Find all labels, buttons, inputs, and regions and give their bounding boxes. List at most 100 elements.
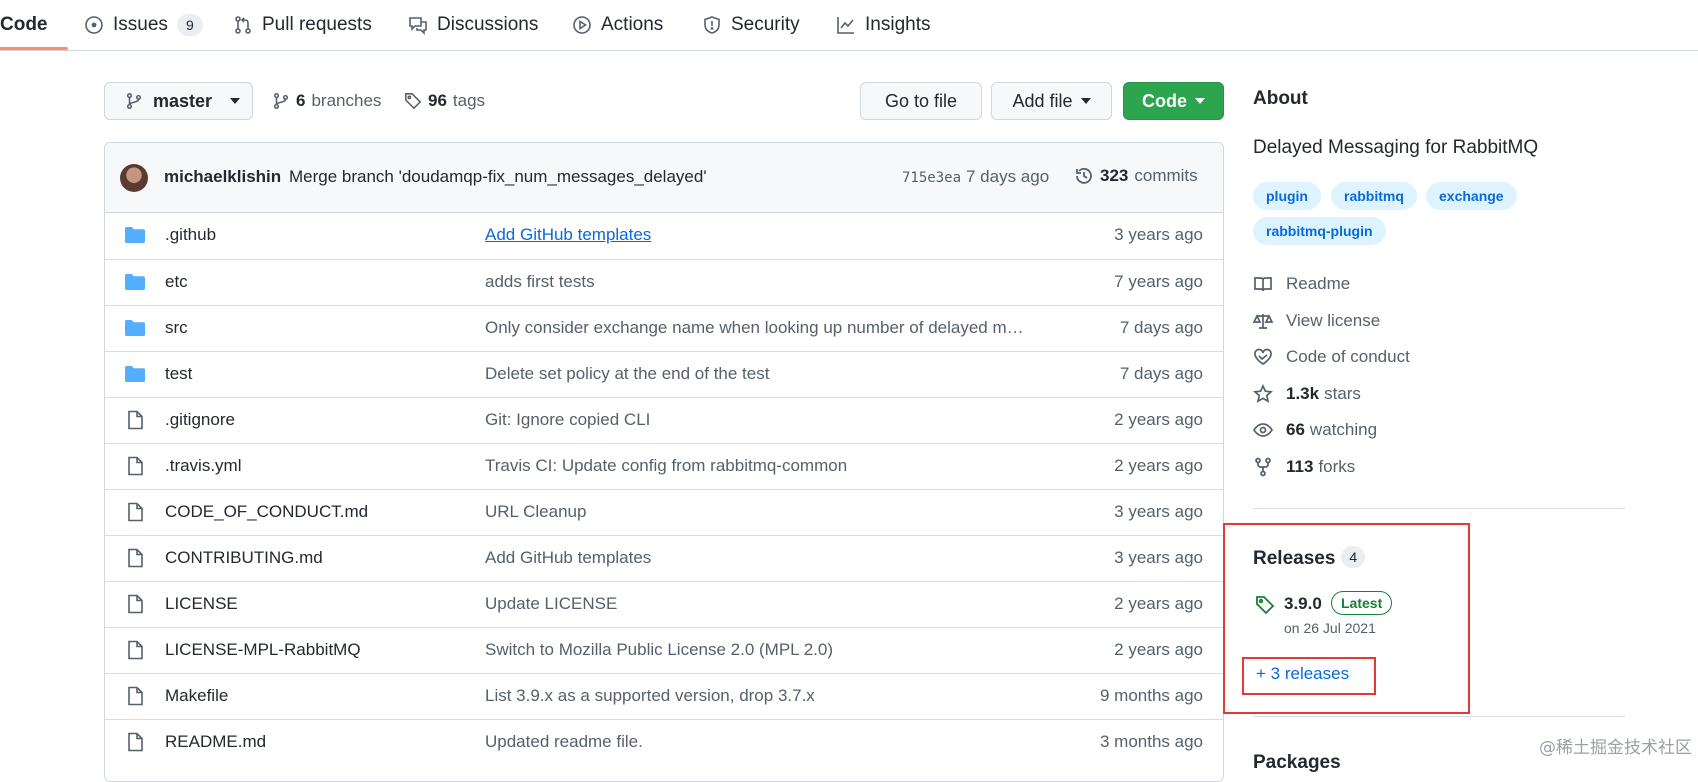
forks-link[interactable]: 113 forks [1253, 457, 1355, 477]
table-row: .travis.yml Travis CI: Update config from… [105, 443, 1223, 489]
file-icon-wrap [124, 732, 146, 752]
repo-description: Delayed Messaging for RabbitMQ [1253, 137, 1539, 158]
file-commit-message[interactable]: Travis CI: Update config from rabbitmq-c… [485, 456, 1060, 476]
go-to-file-button[interactable]: Go to file [860, 82, 982, 120]
tab-actions-label: Actions [601, 13, 664, 35]
file-commit-message[interactable]: Update LICENSE [485, 594, 1060, 614]
file-icon-wrap [124, 640, 146, 660]
branch-select-button[interactable]: master [104, 82, 253, 120]
file-commit-message[interactable]: adds first tests [485, 272, 1060, 292]
table-row: CONTRIBUTING.md Add GitHub templates 3 yea… [105, 535, 1223, 581]
file-name[interactable]: test [165, 364, 192, 384]
tab-security[interactable]: Security [702, 0, 800, 49]
tab-pull-requests[interactable]: Pull requests [233, 0, 372, 49]
file-name[interactable]: Makefile [165, 686, 228, 706]
commit-age: 7 days ago [966, 167, 1050, 186]
git-pull-request-icon [235, 15, 251, 34]
law-icon [1253, 314, 1273, 329]
file-name[interactable]: .travis.yml [165, 456, 242, 476]
eye-icon [1253, 423, 1273, 437]
file-commit-message[interactable]: Updated readme file. [485, 732, 1060, 752]
issues-counter: 9 [176, 13, 203, 36]
file-commit-message[interactable]: Add GitHub templates [485, 225, 1060, 245]
readme-label: Readme [1286, 274, 1351, 293]
file-icon-wrap [124, 594, 146, 614]
file-name[interactable]: etc [165, 272, 188, 292]
tab-actions[interactable]: Actions [572, 0, 663, 49]
license-link[interactable]: View license [1253, 311, 1380, 331]
tab-insights[interactable]: Insights [836, 0, 930, 49]
watching-link[interactable]: 66 watching [1253, 420, 1377, 440]
folder-icon-wrap [124, 272, 146, 292]
file-commit-message[interactable]: Delete set policy at the end of the test [485, 364, 1060, 384]
file-directory-icon [125, 227, 145, 243]
sidebar-divider [1253, 508, 1625, 509]
about-heading: About [1253, 88, 1308, 109]
license-label: View license [1286, 311, 1381, 330]
file-age: 7 years ago [1114, 272, 1203, 291]
readme-link[interactable]: Readme [1253, 274, 1350, 294]
file-name[interactable]: src [165, 318, 188, 338]
file-commit-message[interactable]: Add GitHub templates [485, 548, 1060, 568]
code-of-conduct-label: Code of conduct [1286, 347, 1410, 366]
file-name[interactable]: LICENSE [165, 594, 238, 614]
stars-link[interactable]: 1.3k stars [1253, 384, 1361, 404]
table-row: test Delete set policy at the end of the … [105, 351, 1223, 397]
code-of-conduct-link[interactable]: Code of conduct [1253, 347, 1410, 367]
book-icon [1254, 277, 1272, 292]
file-directory-icon [125, 366, 145, 382]
file-age: 2 years ago [1114, 410, 1203, 429]
file-name[interactable]: CODE_OF_CONDUCT.md [165, 502, 368, 522]
file-icon [128, 686, 143, 706]
commit-message[interactable]: Merge branch 'doudamqp-fix_num_messages_… [289, 167, 707, 187]
file-commit-message[interactable]: Only consider exchange name when looking… [485, 318, 1060, 338]
branch-name: master [153, 90, 213, 111]
commits-count: 323 [1100, 166, 1129, 185]
history-icon [1076, 168, 1092, 184]
file-age: 7 days ago [1119, 364, 1203, 383]
tab-code[interactable]: Code [0, 0, 67, 50]
commit-author[interactable]: michaelklishin [164, 167, 281, 187]
file-commit-message[interactable]: Switch to Mozilla Public License 2.0 (MP… [485, 640, 1060, 660]
file-name[interactable]: .gitignore [165, 410, 235, 430]
file-commit-message[interactable]: List 3.9.x as a supported version, drop … [485, 686, 1060, 706]
commit-sha[interactable]: 715e3ea [902, 170, 961, 186]
file-rows: .github Add GitHub templates 3 years ago et… [105, 213, 1223, 765]
avatar[interactable] [120, 164, 148, 192]
file-name[interactable]: README.md [165, 732, 266, 752]
watching-count: 66 [1286, 420, 1305, 439]
branches-label: branches [311, 91, 382, 110]
file-age: 2 years ago [1114, 640, 1203, 659]
branches-link[interactable]: 6 branches [272, 91, 381, 111]
commits-link[interactable]: 323 commits [1074, 166, 1198, 186]
tab-issues-label: Issues [113, 13, 168, 35]
tags-link[interactable]: 96 tags [404, 91, 485, 111]
tab-issues[interactable]: Issues 9 [84, 0, 203, 49]
go-to-file-label: Go to file [884, 90, 958, 111]
topic-tag[interactable]: plugin [1253, 182, 1321, 210]
file-commit-message[interactable]: Git: Ignore copied CLI [485, 410, 1060, 430]
add-file-button[interactable]: Add file [991, 82, 1112, 120]
forks-count: 113 [1286, 457, 1314, 476]
chevron-down-icon [1080, 98, 1091, 104]
file-icon [128, 502, 143, 522]
table-row: etc adds first tests 7 years ago [105, 259, 1223, 305]
file-name[interactable]: .github [165, 225, 216, 245]
topic-tag[interactable]: rabbitmq-plugin [1253, 217, 1386, 245]
file-name[interactable]: LICENSE-MPL-RabbitMQ [165, 640, 361, 660]
tags-label: tags [452, 91, 486, 110]
file-age: 3 years ago [1114, 502, 1203, 521]
file-age: 3 years ago [1114, 225, 1203, 244]
topic-tag[interactable]: rabbitmq [1331, 182, 1417, 210]
watermark: @稀土掘金技术社区 [1539, 738, 1692, 758]
code-button[interactable]: Code [1123, 82, 1224, 120]
file-age: 3 months ago [1099, 732, 1203, 751]
play-icon [573, 15, 591, 34]
file-icon-wrap [124, 456, 146, 476]
file-commit-message[interactable]: URL Cleanup [485, 502, 1060, 522]
topic-tag[interactable]: exchange [1426, 182, 1517, 210]
table-row: LICENSE Update LICENSE 2 years ago [105, 581, 1223, 627]
file-name[interactable]: CONTRIBUTING.md [165, 548, 323, 568]
tab-code-label: Code [0, 13, 48, 35]
tab-discussions[interactable]: Discussions [408, 0, 538, 49]
